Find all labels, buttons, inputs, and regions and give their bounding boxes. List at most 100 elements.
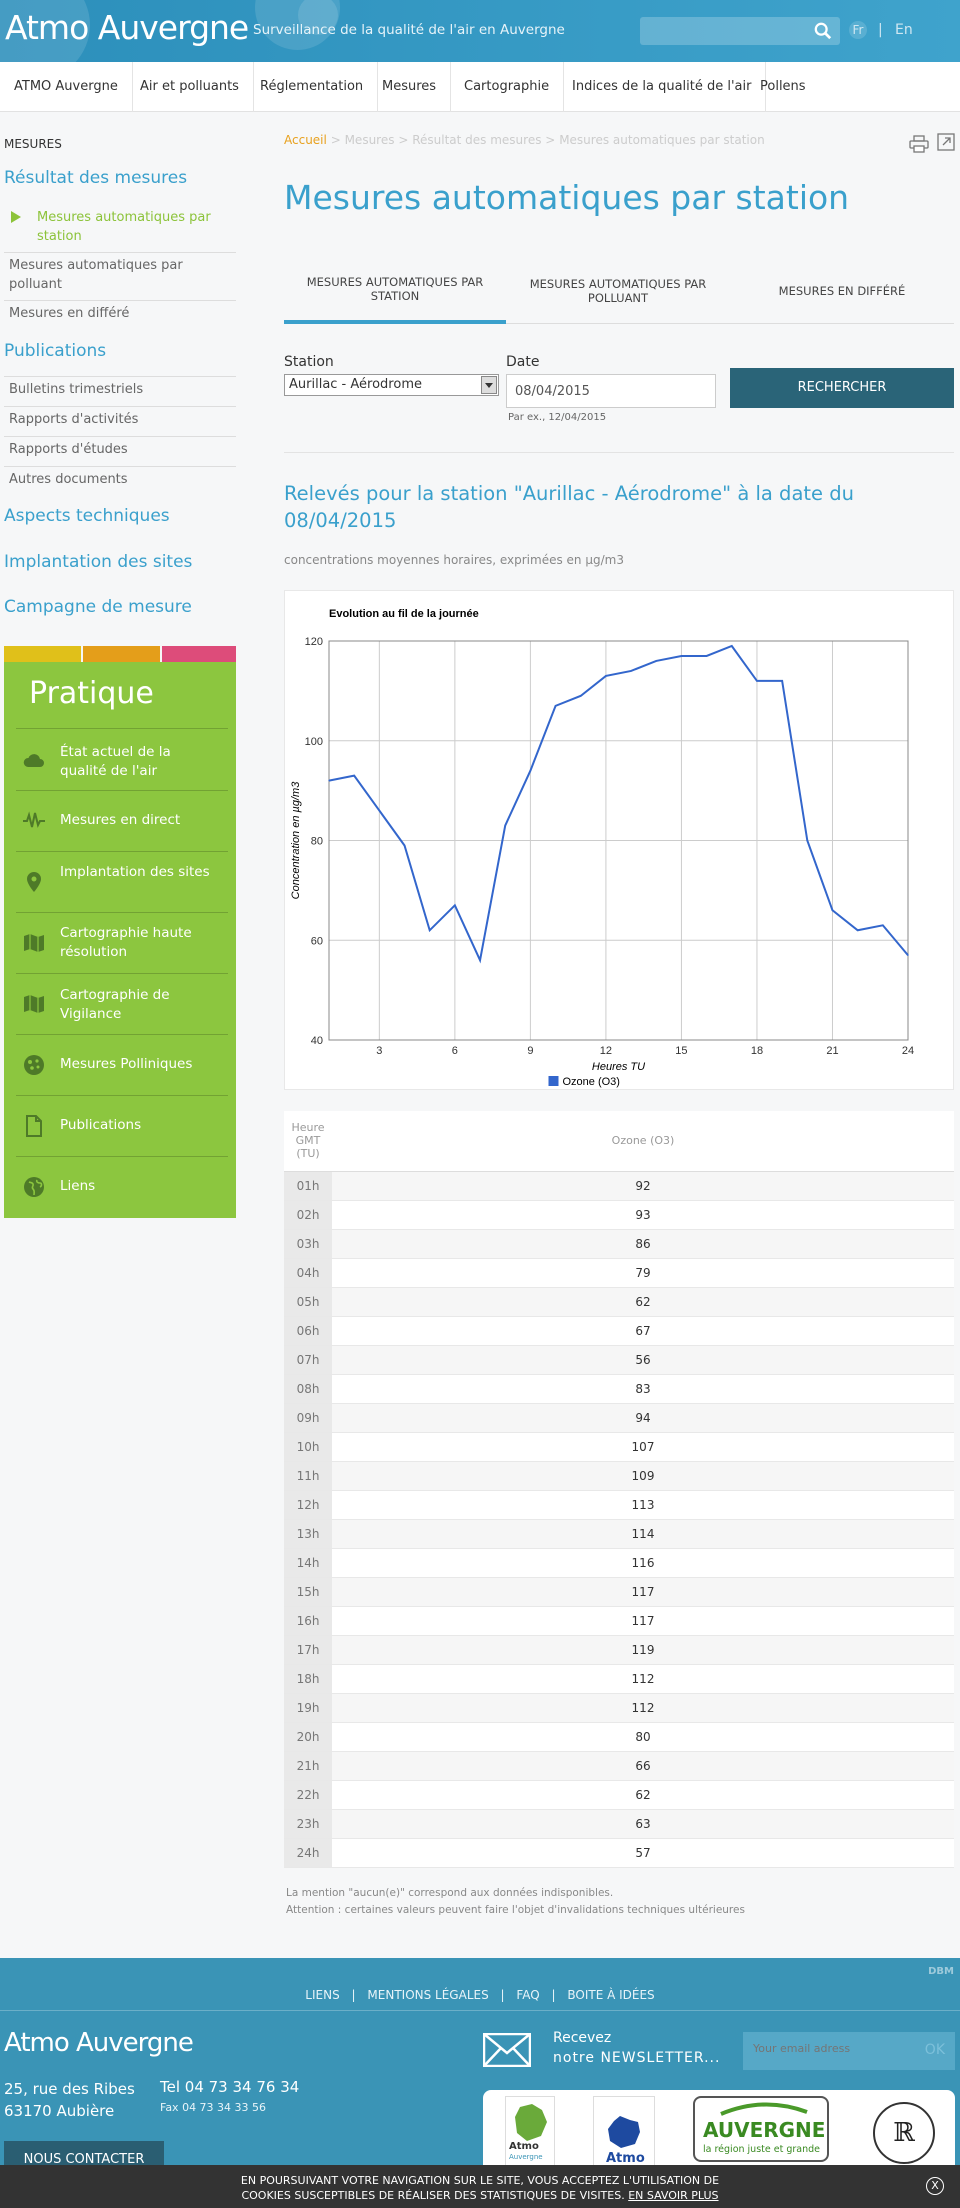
ozone-value-cell: 63 <box>332 1809 954 1839</box>
breadcrumb-resultats[interactable]: Résultat des mesures <box>412 133 541 147</box>
sidebar-item-differe[interactable]: Mesures en différé <box>4 300 236 326</box>
pratique-label: Cartographie de Vigilance <box>60 987 170 1022</box>
nav-item-mesures[interactable]: Mesures <box>368 62 452 112</box>
newsletter-email-input[interactable] <box>753 2042 903 2055</box>
lang-en-link[interactable]: En <box>895 22 913 38</box>
auvergne-text: Auvergne <box>509 2153 543 2161</box>
certification-logo[interactable]: ℝ <box>873 2102 935 2164</box>
search-icon[interactable] <box>814 22 832 40</box>
dropdown-arrow-icon[interactable] <box>481 376 497 394</box>
ozone-value-cell: 79 <box>332 1258 954 1288</box>
hour-cell: 06h <box>284 1316 332 1346</box>
hour-cell: 02h <box>284 1200 332 1230</box>
search-input[interactable] <box>648 22 808 40</box>
sidebar-cat-publications[interactable]: Publications <box>4 341 106 361</box>
nav-item-indices[interactable]: Indices de la qualité de l'air <box>558 62 767 112</box>
external-link-icon[interactable] <box>937 133 955 151</box>
sidebar-cat-resultats[interactable]: Résultat des mesures <box>4 168 187 188</box>
pratique-item-liens[interactable]: Liens <box>16 1157 228 1217</box>
sidebar-item-bulletins[interactable]: Bulletins trimestriels <box>4 376 236 402</box>
legend-swatch <box>548 1076 559 1086</box>
tab-par-polluant[interactable]: MESURES AUTOMATIQUES PAR POLLUANT <box>506 258 730 324</box>
cookie-text-line1: EN POURSUIVANT VOTRE NAVIGATION SUR LE S… <box>240 2174 720 2187</box>
sidebar-heading: MESURES <box>4 137 62 151</box>
data-point <box>328 780 330 782</box>
footer-link-mentions[interactable]: MENTIONS LÉGALES <box>367 1988 488 2002</box>
ozone-value-cell: 109 <box>332 1461 954 1491</box>
location-pin-icon <box>27 872 41 892</box>
cookie-close-button[interactable]: X <box>926 2177 944 2195</box>
divider <box>284 452 954 453</box>
table-row: 17h 119 <box>284 1635 954 1665</box>
table-row: 16h 117 <box>284 1606 954 1636</box>
pratique-item-publications[interactable]: Publications <box>16 1096 228 1156</box>
hour-cell: 14h <box>284 1548 332 1578</box>
sidebar-item-autres-documents[interactable]: Autres documents <box>4 466 236 492</box>
hour-cell: 04h <box>284 1258 332 1288</box>
pratique-item-mesures-direct[interactable]: Mesures en direct <box>16 791 228 851</box>
ozone-value-cell: 94 <box>332 1403 954 1433</box>
pratique-item-etat-actuel[interactable]: État actuel de la qualité de l'air <box>16 732 228 790</box>
hour-cell: 23h <box>284 1809 332 1839</box>
search-button[interactable]: RECHERCHER <box>730 368 954 408</box>
station-select[interactable]: Aurillac - Aérodrome <box>284 374 499 396</box>
ozone-value-cell: 56 <box>332 1345 954 1375</box>
pratique-item-implantation[interactable]: Implantation des sites <box>16 852 228 912</box>
ozone-value-cell: 112 <box>332 1664 954 1694</box>
pollen-icon <box>24 1055 44 1075</box>
y-tick-label: 80 <box>311 836 323 848</box>
ozone-value-cell: 113 <box>332 1490 954 1520</box>
footer-logo[interactable]: Atmo Auvergne <box>4 2028 194 2058</box>
footer-link-idees[interactable]: BOITE À IDÉES <box>567 1988 654 2002</box>
sidebar-cat-campagne[interactable]: Campagne de mesure <box>4 597 192 617</box>
table-row: 21h 66 <box>284 1751 954 1781</box>
nav-item-pollens[interactable]: Pollens <box>746 62 820 112</box>
print-icon[interactable] <box>909 135 929 153</box>
cookie-more-link[interactable]: EN SAVOIR PLUS <box>628 2189 718 2202</box>
data-point <box>454 904 456 906</box>
sidebar-cat-aspects[interactable]: Aspects techniques <box>4 506 170 526</box>
date-input[interactable] <box>506 374 716 408</box>
sidebar-cat-implantation[interactable]: Implantation des sites <box>4 552 192 572</box>
newsletter-line1: Recevez <box>553 2030 612 2046</box>
footer-link-liens[interactable]: LIENS <box>305 1988 339 2002</box>
nav-item-reglementation[interactable]: Réglementation <box>246 62 379 112</box>
x-tick-label: 6 <box>452 1045 458 1057</box>
x-tick-label: 24 <box>902 1045 914 1057</box>
date-hint: Par ex., 12/04/2015 <box>508 412 607 423</box>
nav-item-atmo[interactable]: ATMO Auvergne <box>0 62 133 112</box>
newsletter-ok-button[interactable]: OK <box>925 2042 945 2058</box>
address-street: 25, rue des Ribes <box>4 2080 135 2098</box>
sidebar-item-par-station[interactable]: Mesures automatiques par station <box>4 205 236 249</box>
nav-item-air[interactable]: Air et polluants <box>126 62 254 112</box>
nav-item-cartographie[interactable]: Cartographie <box>450 62 565 112</box>
newsletter-line2: notre NEWSLETTER... <box>553 2050 721 2066</box>
sidebar-item-par-polluant[interactable]: Mesures automatiques par polluant <box>4 252 236 297</box>
data-point <box>806 839 808 842</box>
breadcrumb-home[interactable]: Accueil <box>284 133 327 147</box>
pratique-item-carto-haute[interactable]: Cartographie haute résolution <box>16 913 228 973</box>
sidebar-item-rapports-etudes[interactable]: Rapports d'études <box>4 436 236 462</box>
hour-cell: 18h <box>284 1664 332 1694</box>
site-logo[interactable]: Atmo Auvergne <box>5 8 249 47</box>
tab-differe[interactable]: MESURES EN DIFFÉRÉ <box>730 258 954 324</box>
table-body: 01h 92 02h 93 03h 86 04h 79 05h 62 06h 67 07h 56 08h 83… <box>284 1171 954 1868</box>
federation-atmo-logo[interactable]: Atmo <box>593 2096 655 2172</box>
atmo-auvergne-partner-logo[interactable]: Atmo Auvergne <box>505 2096 555 2172</box>
tab-par-station[interactable]: MESURES AUTOMATIQUES PAR STATION <box>284 258 506 324</box>
lang-fr-link[interactable]: Fr <box>849 21 867 39</box>
pratique-item-carto-vigilance[interactable]: Cartographie de Vigilance <box>16 974 228 1034</box>
address-city: 63170 Aubière <box>4 2102 115 2120</box>
hour-cell: 17h <box>284 1635 332 1665</box>
breadcrumb-mesures[interactable]: Mesures <box>345 133 395 147</box>
region-auvergne-logo[interactable]: AUVERGNE la région juste et grande <box>693 2096 829 2162</box>
data-point <box>479 959 481 961</box>
data-point <box>554 705 557 707</box>
chart-title: Evolution au fil de la journée <box>329 608 479 620</box>
pratique-label: Mesures en direct <box>60 812 181 828</box>
data-point <box>429 929 431 931</box>
footer-link-faq[interactable]: FAQ <box>516 1988 539 2002</box>
hour-cell: 15h <box>284 1577 332 1607</box>
sidebar-item-rapports-activites[interactable]: Rapports d'activités <box>4 406 236 432</box>
pratique-item-polliniques[interactable]: Mesures Polliniques <box>16 1035 228 1095</box>
